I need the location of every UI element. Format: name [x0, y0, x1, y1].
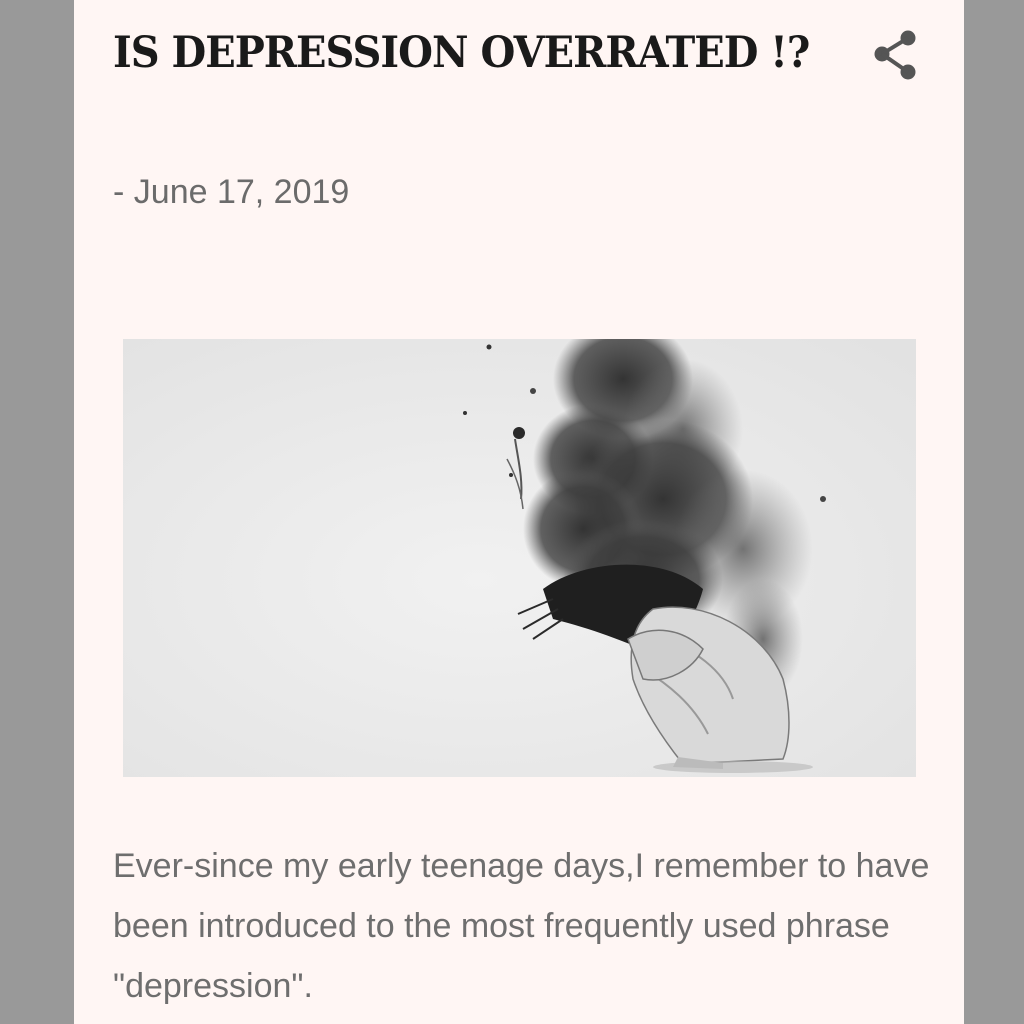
post-body: Ever-since my early teenage days,I remem…: [113, 847, 930, 1005]
post-page: IS DEPRESSION OVERRATED !? - June 17, 20…: [74, 0, 964, 1024]
date-prefix: -: [113, 173, 125, 211]
post-featured-image: [123, 339, 916, 777]
post-title: IS DEPRESSION OVERRATED !?: [113, 27, 810, 78]
share-button[interactable]: [870, 27, 922, 83]
share-icon: [874, 30, 916, 80]
post-date: - June 17, 2019: [113, 170, 349, 214]
date-text: June 17, 2019: [133, 173, 350, 211]
